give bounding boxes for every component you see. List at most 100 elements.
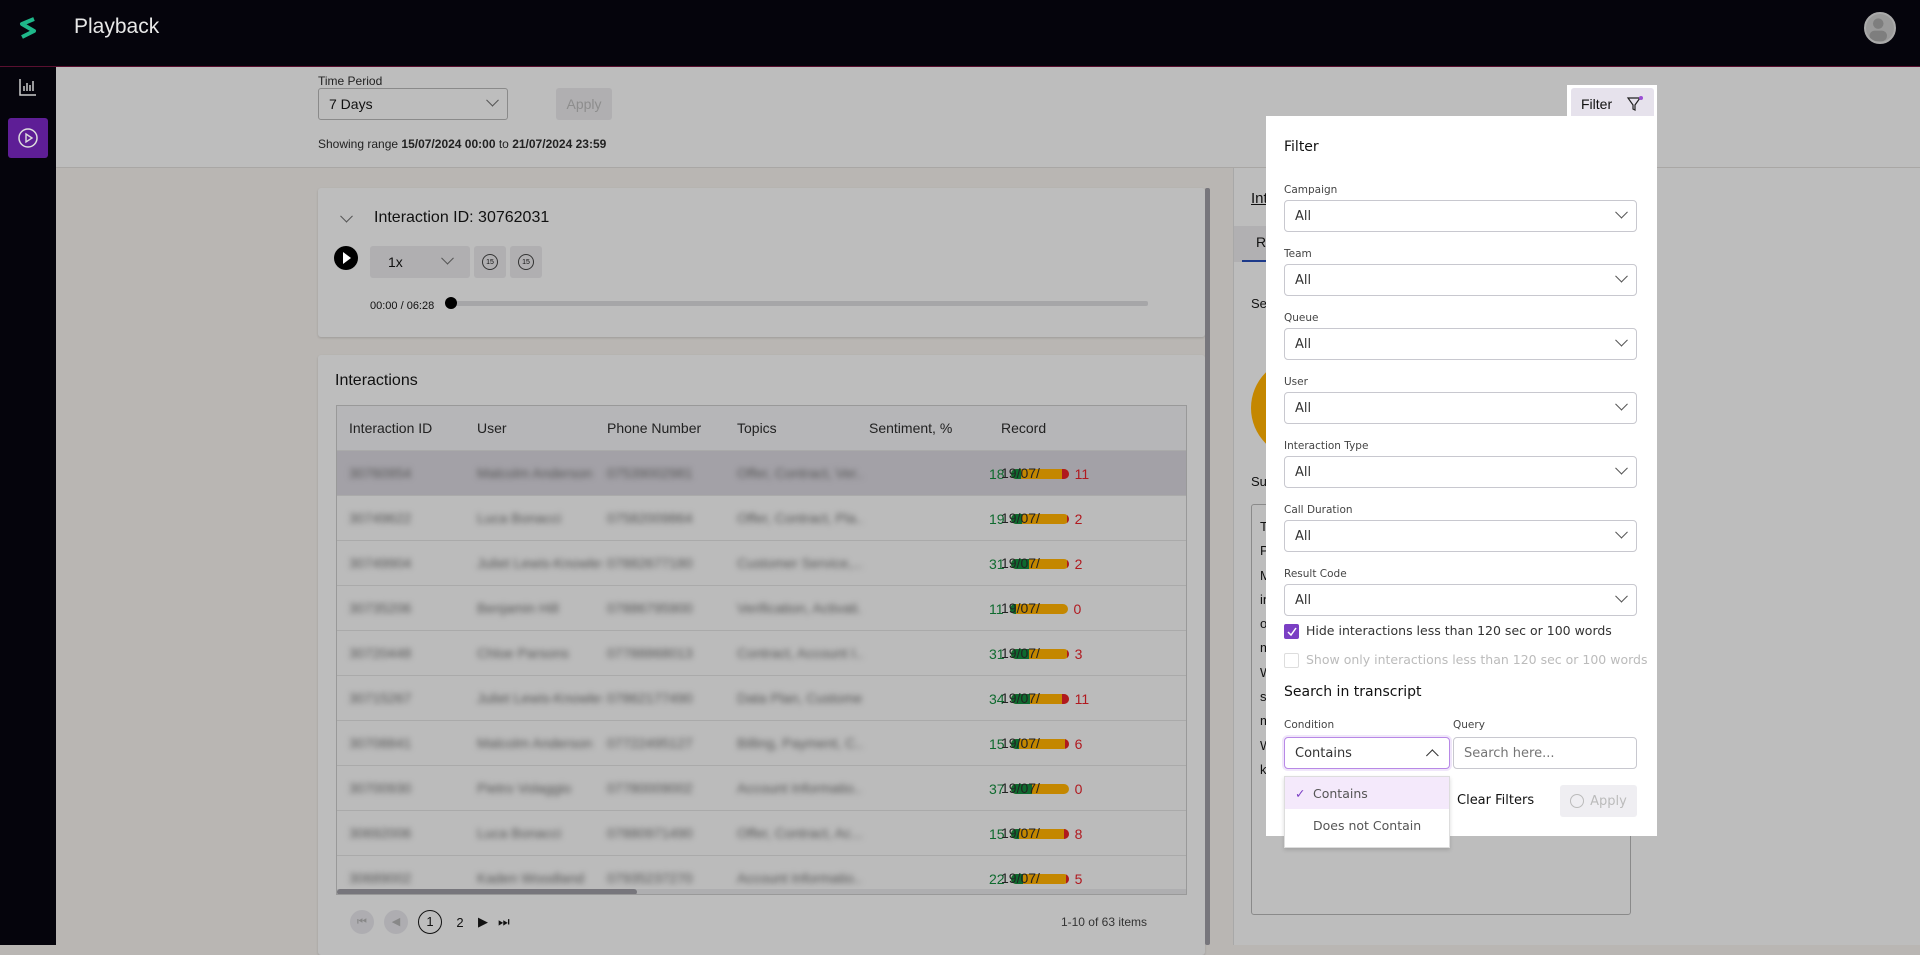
cell-record-date: 19/07/: [1001, 811, 1040, 856]
negative-segment: [1064, 829, 1069, 839]
filter-select[interactable]: All: [1284, 520, 1637, 552]
hide-short-checkbox[interactable]: [1284, 624, 1299, 639]
vertical-scrollbar[interactable]: [1205, 188, 1210, 945]
cell-phone: 07780009002: [607, 766, 732, 811]
clear-filters-button[interactable]: Clear Filters: [1457, 793, 1534, 808]
filter-select[interactable]: All: [1284, 264, 1637, 296]
cell-phone: 07788868013: [607, 631, 732, 676]
cell-phone: 07880971490: [607, 811, 732, 856]
tab-r[interactable]: R: [1256, 234, 1266, 250]
filter-label: Campaign: [1284, 184, 1337, 196]
time-period-select[interactable]: 7 Days: [318, 88, 508, 120]
cell-topics: Contract, Account I...: [737, 631, 862, 676]
progress-track[interactable]: [448, 301, 1148, 306]
sidebar-item-playback[interactable]: [8, 118, 48, 158]
column-header[interactable]: Interaction ID: [349, 406, 432, 451]
filter-label: Queue: [1284, 312, 1319, 324]
time-period-apply-button[interactable]: Apply: [556, 88, 612, 120]
filter-label: User: [1284, 376, 1308, 388]
cell-phone: 07862177490: [607, 676, 732, 721]
player-title: Interaction ID: 30762031: [374, 209, 549, 227]
filter-button[interactable]: Filter: [1571, 88, 1654, 119]
cell-record-date: 19/07/: [1001, 721, 1040, 766]
table-row[interactable]: 30760954Malcolm Anderson07539002981Offer…: [337, 451, 1187, 496]
pagination: ⏮ ◀ 1 2 ▶ ⏭: [350, 910, 510, 934]
column-header[interactable]: Sentiment, %: [869, 406, 952, 451]
table-row[interactable]: 30692006Luca Bonacci07880971490Offer, Co…: [337, 811, 1187, 856]
table-row[interactable]: 30708841Malcolm Anderson07722495127Billi…: [337, 721, 1187, 766]
collapse-chevron-icon[interactable]: [340, 210, 353, 223]
show-short-checkbox[interactable]: [1284, 653, 1299, 668]
filter-select[interactable]: All: [1284, 200, 1637, 232]
cell-topics: Billing, Payment, C...: [737, 721, 862, 766]
negative-segment: [1065, 739, 1068, 749]
page-2-button[interactable]: 2: [452, 915, 468, 930]
cell-user: Pietro Volaggio: [477, 766, 602, 811]
negative-segment: [1062, 694, 1068, 704]
condition-dropdown-menu: ✓Contains Does not Contain: [1284, 776, 1450, 848]
cell-id: 30735206: [349, 586, 474, 631]
condition-option-does-not-contain[interactable]: Does not Contain: [1285, 809, 1449, 841]
column-header[interactable]: User: [477, 406, 507, 451]
negative-segment: [1067, 559, 1068, 569]
cell-phone: 07582009864: [607, 496, 732, 541]
horizontal-scrollbar[interactable]: [337, 889, 1187, 895]
negative-value: 3: [1075, 646, 1083, 662]
filter-select[interactable]: All: [1284, 392, 1637, 424]
chevron-down-icon: [1615, 333, 1628, 346]
cell-topics: Data Plan, Custome...: [737, 676, 862, 721]
forward-15-button[interactable]: 15: [510, 246, 542, 278]
negative-value: 0: [1075, 781, 1083, 797]
filter-select[interactable]: All: [1284, 584, 1637, 616]
filter-label: Interaction Type: [1284, 440, 1368, 452]
table-row[interactable]: 30715267Juliet Lewis-Knowles07862177490D…: [337, 676, 1187, 721]
negative-value: 0: [1074, 601, 1082, 617]
first-page-icon[interactable]: ⏮: [350, 910, 374, 934]
table-row[interactable]: 30700930Pietro Volaggio07780009002Accoun…: [337, 766, 1187, 811]
table-row[interactable]: 30749622Luca Bonacci07582009864Offer, Co…: [337, 496, 1187, 541]
interactions-title: Interactions: [335, 372, 418, 390]
play-button[interactable]: [334, 246, 358, 270]
table-row[interactable]: 30749904Juliet Lewis-Knowles07882677180C…: [337, 541, 1187, 586]
sidebar-item-dashboard[interactable]: [8, 67, 48, 107]
chevron-up-icon: [1426, 749, 1439, 762]
show-short-label: Show only interactions less than 120 sec…: [1306, 652, 1647, 667]
cell-user: Luca Bonacci: [477, 811, 602, 856]
table-row[interactable]: 30735206Benjamin Hill07886795900Verifica…: [337, 586, 1187, 631]
condition-option-contains[interactable]: ✓Contains: [1285, 777, 1449, 809]
filter-label: Result Code: [1284, 568, 1347, 580]
cell-record-date: 19/07/: [1001, 676, 1040, 721]
column-header[interactable]: Topics: [737, 406, 777, 451]
negative-value: 2: [1075, 511, 1083, 527]
cell-topics: Account Informatio...: [737, 766, 862, 811]
query-label: Query: [1453, 719, 1485, 731]
filter-select[interactable]: All: [1284, 456, 1637, 488]
filter-apply-button[interactable]: Apply: [1560, 785, 1637, 817]
progress-handle[interactable]: [445, 297, 457, 309]
chevron-down-icon: [1615, 525, 1628, 538]
cell-user: Juliet Lewis-Knowles: [477, 541, 602, 586]
column-header[interactable]: Record: [1001, 406, 1046, 451]
negative-segment: [1066, 874, 1069, 884]
page-1-button[interactable]: 1: [418, 910, 442, 934]
table-row[interactable]: 30720448Chloe Parsons07788868013Contract…: [337, 631, 1187, 676]
prev-page-icon[interactable]: ◀: [384, 910, 408, 934]
user-avatar[interactable]: [1864, 12, 1896, 44]
chevron-down-icon: [1615, 269, 1628, 282]
cell-phone: 07882677180: [607, 541, 732, 586]
cell-topics: Offer, Contract, Pla...: [737, 496, 862, 541]
rewind-15-button[interactable]: 15: [474, 246, 506, 278]
check-icon: ✓: [1295, 786, 1313, 801]
filter-select[interactable]: All: [1284, 328, 1637, 360]
cell-record-date: 19/07/: [1001, 496, 1040, 541]
cell-record-date: 19/07/: [1001, 766, 1040, 811]
condition-select[interactable]: Contains: [1284, 737, 1450, 769]
query-input[interactable]: [1453, 737, 1637, 769]
negative-value: 6: [1075, 736, 1083, 752]
column-header[interactable]: Phone Number: [607, 406, 701, 451]
play-icon: [334, 246, 358, 270]
speed-select[interactable]: 1x: [370, 246, 470, 278]
next-page-icon[interactable]: ▶: [478, 914, 488, 930]
player-time: 00:00 / 06:28: [370, 300, 434, 312]
last-page-icon[interactable]: ⏭: [498, 914, 510, 930]
